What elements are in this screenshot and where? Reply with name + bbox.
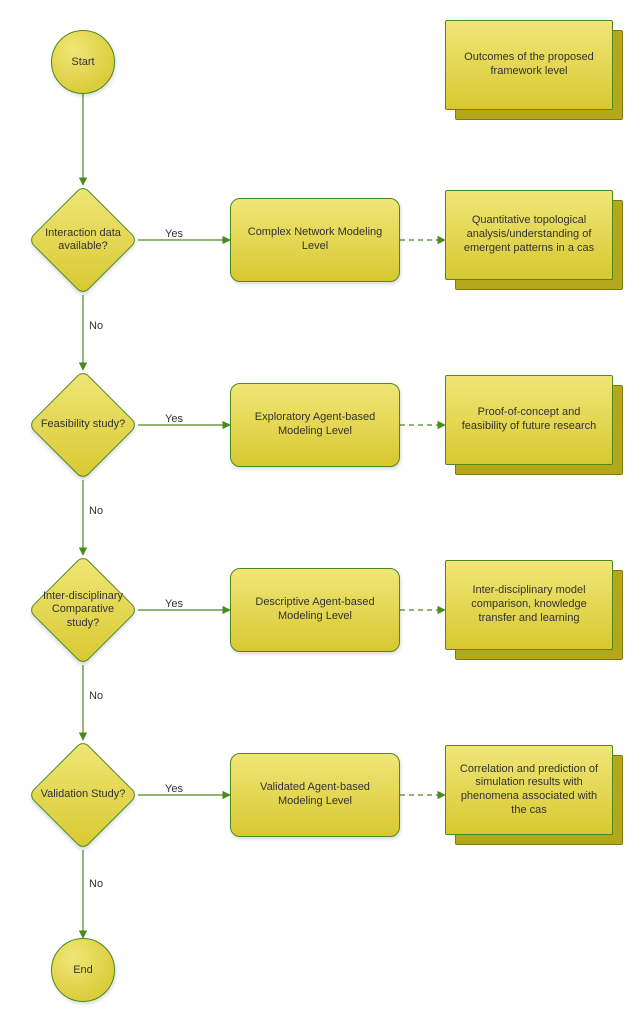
outcome-proof-of-concept: Proof-of-concept and feasibility of futu… bbox=[445, 375, 623, 475]
edge-yes-2: Yes bbox=[165, 413, 183, 425]
outcome-interdisciplinary: Inter-disciplinary model comparison, kno… bbox=[445, 560, 623, 660]
edge-no-1: No bbox=[89, 320, 103, 332]
process-exploratory-abm: Exploratory Agent-based Modeling Level bbox=[230, 383, 400, 467]
edge-no-2: No bbox=[89, 505, 103, 517]
process-p4-label: Validated Agent-based Modeling Level bbox=[241, 781, 389, 809]
start-terminator: Start bbox=[51, 30, 115, 94]
decision-interdisciplinary: Inter-disciplinary Comparative study? bbox=[28, 555, 138, 665]
edge-yes-4: Yes bbox=[165, 783, 183, 795]
decision-validation: Validation Study? bbox=[28, 740, 138, 850]
outcome-correlation: Correlation and prediction of simulation… bbox=[445, 745, 623, 845]
decision-interaction-data: Interaction data available? bbox=[28, 185, 138, 295]
end-label: End bbox=[73, 964, 93, 976]
outcomes-header-box: Outcomes of the proposed framework level bbox=[445, 20, 623, 120]
start-label: Start bbox=[71, 56, 94, 68]
edge-yes-1: Yes bbox=[165, 228, 183, 240]
decision-d2-label: Feasibility study? bbox=[41, 418, 125, 431]
decision-d4-label: Validation Study? bbox=[41, 788, 126, 801]
process-descriptive-abm: Descriptive Agent-based Modeling Level bbox=[230, 568, 400, 652]
flowchart-canvas: Start Outcomes of the proposed framework… bbox=[0, 0, 640, 1032]
end-terminator: End bbox=[51, 938, 115, 1002]
process-complex-network: Complex Network Modeling Level bbox=[230, 198, 400, 282]
outcome-o1-label: Quantitative topological analysis/unders… bbox=[456, 214, 602, 255]
edge-no-3: No bbox=[89, 690, 103, 702]
process-p3-label: Descriptive Agent-based Modeling Level bbox=[241, 596, 389, 624]
decision-feasibility: Feasibility study? bbox=[28, 370, 138, 480]
edge-no-4: No bbox=[89, 878, 103, 890]
process-validated-abm: Validated Agent-based Modeling Level bbox=[230, 753, 400, 837]
outcome-o3-label: Inter-disciplinary model comparison, kno… bbox=[456, 584, 602, 625]
edge-yes-3: Yes bbox=[165, 598, 183, 610]
outcome-topological: Quantitative topological analysis/unders… bbox=[445, 190, 623, 290]
outcome-o4-label: Correlation and prediction of simulation… bbox=[456, 763, 602, 818]
outcomes-header-label: Outcomes of the proposed framework level bbox=[456, 51, 602, 79]
process-p2-label: Exploratory Agent-based Modeling Level bbox=[241, 411, 389, 439]
decision-d1-label: Interaction data available? bbox=[36, 227, 130, 253]
decision-d3-label: Inter-disciplinary Comparative study? bbox=[36, 590, 130, 630]
outcome-o2-label: Proof-of-concept and feasibility of futu… bbox=[456, 406, 602, 434]
process-p1-label: Complex Network Modeling Level bbox=[241, 226, 389, 254]
